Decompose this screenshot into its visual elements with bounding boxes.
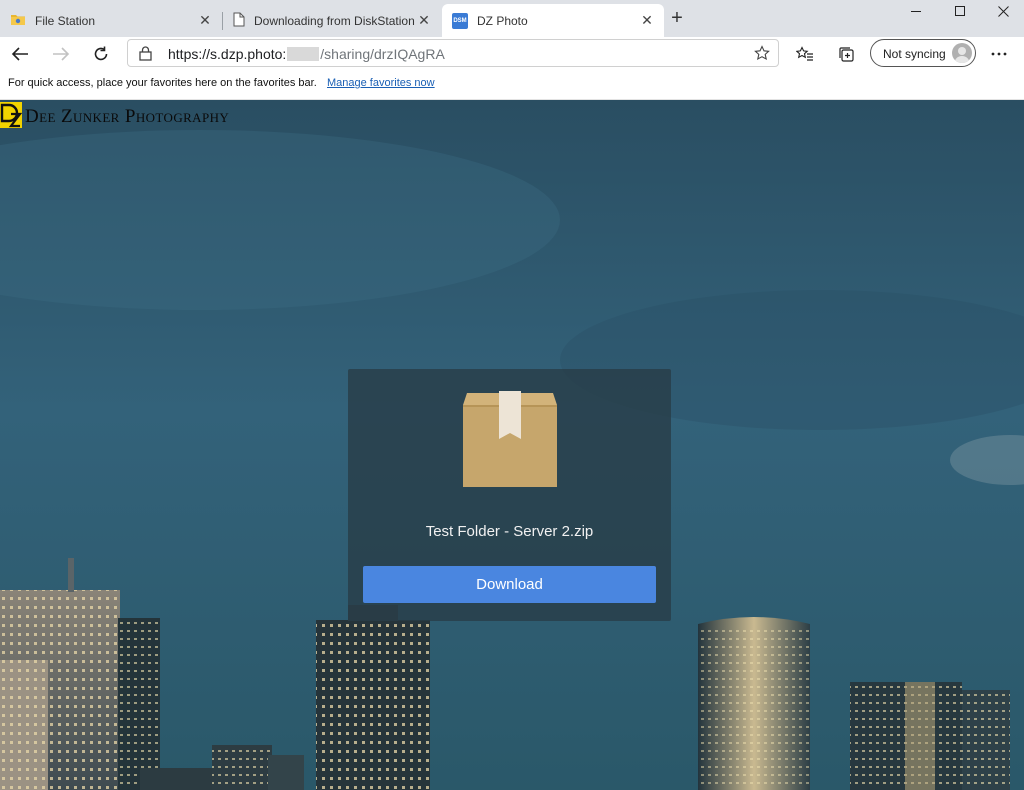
tab-file-station[interactable]: File Station ✕: [0, 4, 222, 37]
url-text[interactable]: https://s.dzp.photo: /sharing/drzIQAgRA: [168, 46, 445, 62]
address-bar[interactable]: https://s.dzp.photo: /sharing/drzIQAgRA: [127, 39, 779, 67]
tab-dz-photo[interactable]: DSM DZ Photo ✕: [442, 4, 664, 37]
file-name: Test Folder - Server 2.zip: [425, 523, 594, 540]
sync-label: Not syncing: [883, 47, 946, 61]
window-close-icon[interactable]: [981, 0, 1024, 22]
logo-text: Dee Zunker Photography: [25, 106, 230, 127]
minimize-icon[interactable]: [894, 0, 938, 22]
add-favorite-star-icon[interactable]: [754, 45, 770, 66]
maximize-icon[interactable]: [938, 0, 982, 22]
dsm-icon-text: DSM: [453, 17, 467, 24]
download-card: Test Folder - Server 2.zip Download: [348, 369, 671, 621]
page-icon: [233, 12, 245, 30]
favorites-icon[interactable]: [792, 41, 818, 67]
close-tab-icon[interactable]: ✕: [196, 12, 214, 30]
tab-strip: File Station ✕ Downloading from DiskStat…: [0, 0, 1024, 37]
url-path: /sharing/drzIQAgRA: [320, 46, 445, 62]
more-menu-icon[interactable]: [986, 41, 1012, 67]
favorites-bar-message: For quick access, place your favorites h…: [8, 77, 317, 89]
download-button[interactable]: Download: [363, 566, 656, 603]
close-tab-icon[interactable]: ✕: [415, 12, 433, 30]
tab-title: DZ Photo: [477, 13, 528, 28]
dsm-icon: DSM: [452, 12, 468, 29]
back-arrow-icon[interactable]: [7, 41, 33, 67]
site-logo[interactable]: Dee Zunker Photography: [0, 101, 230, 133]
new-tab-plus-icon[interactable]: +: [666, 7, 688, 29]
collections-icon[interactable]: [833, 41, 859, 67]
redacted-port: [287, 47, 320, 61]
favorites-bar: For quick access, place your favorites h…: [0, 70, 1024, 100]
sync-profile-button[interactable]: Not syncing: [870, 39, 976, 67]
close-tab-icon[interactable]: ✕: [638, 12, 656, 30]
browser-toolbar: https://s.dzp.photo: /sharing/drzIQAgRA N…: [0, 37, 1024, 70]
tab-title: File Station: [35, 13, 96, 28]
page-content: Dee Zunker Photography Test Folder - Ser…: [0, 100, 1024, 790]
dz-logo-mark-icon: [0, 101, 23, 133]
url-host: https://s.dzp.photo:: [168, 46, 287, 62]
lock-icon[interactable]: [139, 46, 152, 66]
manage-favorites-link[interactable]: Manage favorites now: [327, 77, 435, 89]
file-station-icon: [10, 12, 26, 29]
archive-box-icon: [461, 391, 559, 494]
tab-title: Downloading from DiskStation: [254, 13, 415, 28]
tab-downloading[interactable]: Downloading from DiskStation ✕: [223, 4, 441, 37]
refresh-icon[interactable]: [88, 41, 114, 67]
forward-arrow-icon[interactable]: [48, 41, 74, 67]
profile-avatar-icon: [952, 43, 972, 63]
